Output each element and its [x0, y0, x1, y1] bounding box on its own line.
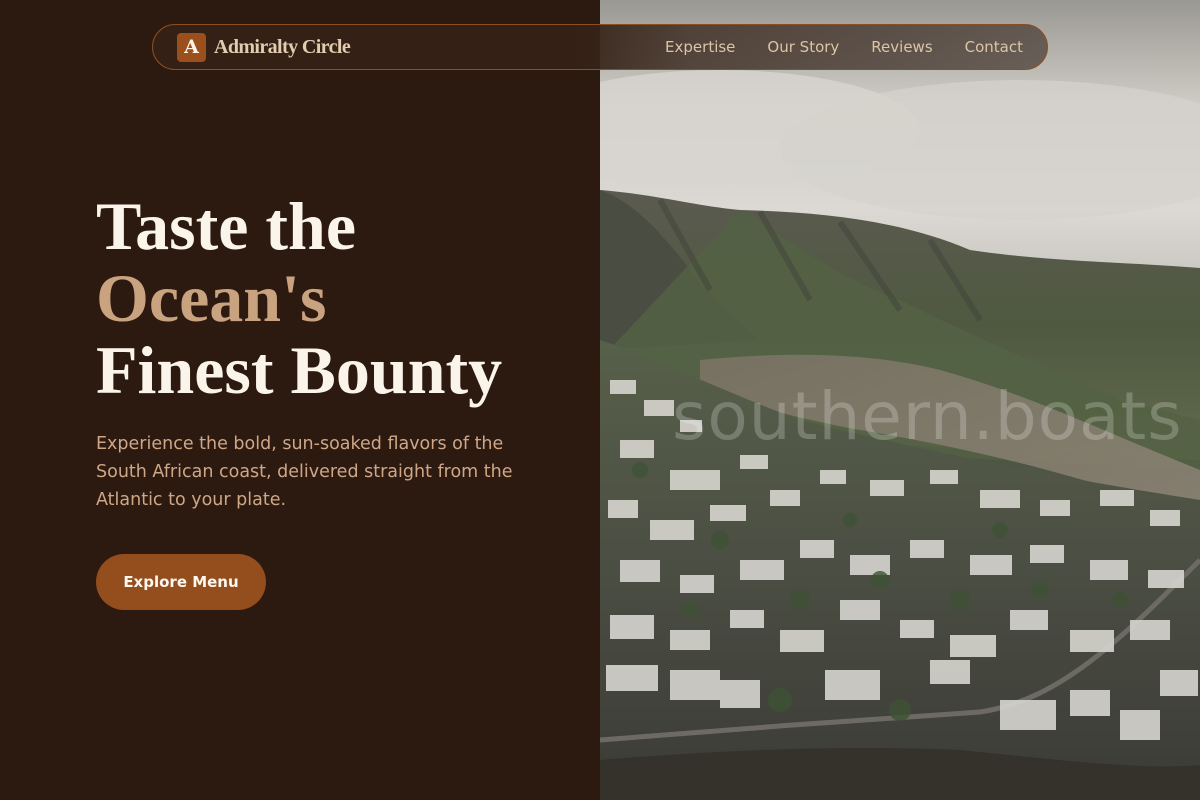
headline-line-2-accent: Ocean's: [96, 260, 327, 336]
headline-line-1: Taste the: [96, 188, 357, 264]
hero-headline: Taste the Ocean's Finest Bounty: [96, 190, 502, 406]
top-navigation-bar: A Admiralty Circle Expertise Our Story R…: [152, 24, 1048, 70]
nav-link-reviews[interactable]: Reviews: [871, 38, 932, 56]
landing-page: southern.boats A Admiralty Circle Expert…: [0, 0, 1200, 800]
hero-description: Experience the bold, sun-soaked flavors …: [96, 434, 513, 510]
nav-link-contact[interactable]: Contact: [965, 38, 1023, 56]
photo-watermark: southern.boats: [672, 378, 1183, 455]
nav-links: Expertise Our Story Reviews Contact: [633, 25, 1023, 69]
brand-logo[interactable]: A Admiralty Circle: [177, 33, 351, 62]
explore-menu-button[interactable]: Explore Menu: [96, 554, 266, 610]
brand-name: Admiralty Circle: [214, 36, 351, 58]
logo-badge: A: [177, 33, 206, 62]
nav-link-our-story[interactable]: Our Story: [767, 38, 839, 56]
nav-link-expertise[interactable]: Expertise: [665, 38, 735, 56]
headline-line-3: Finest Bounty: [96, 332, 503, 408]
